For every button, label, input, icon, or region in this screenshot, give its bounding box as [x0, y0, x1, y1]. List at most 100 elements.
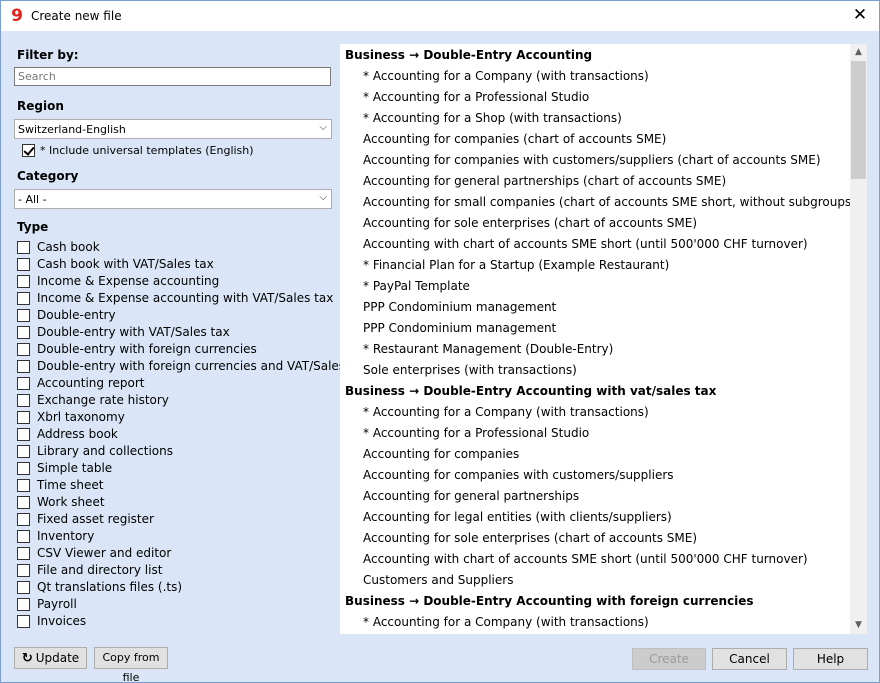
category-selected-value: - All -: [18, 193, 47, 206]
type-checkbox[interactable]: [17, 241, 30, 254]
type-checkbox[interactable]: [17, 343, 30, 356]
template-item[interactable]: Accounting for general partnerships (cha…: [340, 171, 850, 192]
template-list: Business → Double-Entry Accounting * Acco…: [340, 44, 867, 634]
template-item[interactable]: PPP Condominium management: [340, 297, 850, 318]
type-option-label: Payroll: [37, 597, 77, 611]
filter-by-label: Filter by:: [17, 48, 79, 62]
type-checkbox[interactable]: [17, 513, 30, 526]
template-item[interactable]: Accounting for legal entities (with clie…: [340, 507, 850, 528]
type-option-label: Double-entry: [37, 308, 116, 322]
scroll-up-icon[interactable]: ▲: [850, 44, 867, 61]
template-item[interactable]: Customers and Suppliers: [340, 570, 850, 591]
template-item[interactable]: Accounting with chart of accounts SME sh…: [340, 549, 850, 570]
region-selected-value: Switzerland-English: [18, 123, 126, 136]
region-label: Region: [17, 99, 64, 113]
type-option-label: Double-entry with foreign currencies and…: [37, 359, 369, 373]
template-item[interactable]: * PayPal Template: [340, 276, 850, 297]
type-checkbox[interactable]: [17, 275, 30, 288]
type-checkbox[interactable]: [17, 360, 30, 373]
template-item[interactable]: * Accounting for a Company (with transac…: [340, 66, 850, 87]
update-button[interactable]: ↻ Update: [14, 647, 87, 669]
type-checkbox[interactable]: [17, 581, 30, 594]
type-checkbox[interactable]: [17, 377, 30, 390]
type-option-label: Invoices: [37, 614, 87, 628]
type-option-label: Time sheet: [37, 478, 104, 492]
type-checkbox[interactable]: [17, 530, 30, 543]
type-option-label: Inventory: [37, 529, 95, 543]
type-label: Type: [17, 220, 49, 234]
search-input[interactable]: Search: [14, 67, 331, 86]
type-option-label: Simple table: [37, 461, 113, 475]
cancel-button[interactable]: Cancel: [712, 648, 787, 670]
type-checkbox[interactable]: [17, 615, 30, 628]
category-label: Category: [17, 169, 79, 183]
title-bar: 9 Create new file ✕: [1, 1, 879, 31]
type-option-label: Accounting report: [37, 376, 145, 390]
type-option-label: Fixed asset register: [37, 512, 154, 526]
close-icon[interactable]: ✕: [849, 4, 871, 26]
type-checkbox[interactable]: [17, 479, 30, 492]
type-checkbox[interactable]: [17, 445, 30, 458]
template-group-header: Business → Double-Entry Accounting with …: [345, 384, 717, 398]
type-checkbox[interactable]: [17, 326, 30, 339]
template-item[interactable]: Sole enterprises (with transactions): [340, 360, 850, 381]
template-item[interactable]: Accounting for general partnerships: [340, 486, 850, 507]
template-item[interactable]: Accounting for companies with customers/…: [340, 150, 850, 171]
template-item[interactable]: * Accounting for a Company (with transac…: [340, 402, 850, 423]
type-option-label: Qt translations files (.ts): [37, 580, 183, 594]
template-item[interactable]: Accounting for sole enterprises (chart o…: [340, 528, 850, 549]
type-checkbox[interactable]: [17, 547, 30, 560]
update-button-label: Update: [35, 651, 80, 665]
type-checkbox[interactable]: [17, 496, 30, 509]
type-option-label: Double-entry with foreign currencies: [37, 342, 257, 356]
template-group-header: Business → Double-Entry Accounting: [345, 48, 593, 62]
template-item[interactable]: * Restaurant Management (Double-Entry): [340, 339, 850, 360]
category-select[interactable]: - All - ⌵: [14, 189, 332, 209]
type-checkbox[interactable]: [17, 394, 30, 407]
type-checkbox[interactable]: [17, 462, 30, 475]
chevron-down-icon: ⌵: [319, 192, 327, 203]
type-option-label: Double-entry with VAT/Sales tax: [37, 325, 230, 339]
type-option-label: Income & Expense accounting: [37, 274, 220, 288]
template-list-items: Business → Double-Entry Accounting * Acco…: [340, 45, 856, 633]
type-option-label: Cash book: [37, 240, 100, 254]
template-item[interactable]: Accounting for companies with customers/…: [340, 465, 850, 486]
type-option-label: Cash book with VAT/Sales tax: [37, 257, 214, 271]
type-option-label: Income & Expense accounting with VAT/Sal…: [37, 291, 334, 305]
type-checkbox[interactable]: [17, 564, 30, 577]
type-option-label: Library and collections: [37, 444, 173, 458]
template-item[interactable]: Accounting for sole enterprises (chart o…: [340, 213, 850, 234]
include-universal-checkbox[interactable]: [22, 144, 35, 157]
banana-app-icon: 9: [11, 6, 23, 26]
template-item[interactable]: * Accounting for a Professional Studio: [340, 423, 850, 444]
template-item[interactable]: * Accounting for a Company (with transac…: [340, 612, 850, 633]
template-item[interactable]: * Accounting for a Professional Studio: [340, 87, 850, 108]
region-select[interactable]: Switzerland-English ⌵: [14, 119, 332, 139]
copy-from-file-button[interactable]: Copy from file: [94, 647, 168, 682]
template-item[interactable]: Accounting for small companies (chart of…: [340, 192, 856, 213]
vertical-scrollbar[interactable]: ▲ ▼: [850, 44, 867, 634]
scroll-down-icon[interactable]: ▼: [850, 617, 867, 634]
template-item[interactable]: * Accounting for a Shop (with transactio…: [340, 108, 850, 129]
type-option-label: File and directory list: [37, 563, 163, 577]
type-checkbox[interactable]: [17, 309, 30, 322]
template-item[interactable]: * Financial Plan for a Startup (Example …: [340, 255, 850, 276]
chevron-down-icon: ⌵: [319, 122, 327, 133]
help-button[interactable]: Help: [793, 648, 868, 670]
template-item[interactable]: Accounting for companies: [340, 444, 850, 465]
scrollbar-thumb[interactable]: [851, 61, 866, 179]
template-item[interactable]: PPP Condominium management: [340, 318, 850, 339]
type-checkbox[interactable]: [17, 411, 30, 424]
type-option-label: Work sheet: [37, 495, 105, 509]
type-option-label: Xbrl taxonomy: [37, 410, 125, 424]
template-item[interactable]: Accounting for companies (chart of accou…: [340, 129, 850, 150]
type-option-label: Exchange rate history: [37, 393, 169, 407]
template-item[interactable]: Accounting with chart of accounts SME sh…: [340, 234, 850, 255]
type-checkbox[interactable]: [17, 598, 30, 611]
type-checkbox[interactable]: [17, 428, 30, 441]
window-title: Create new file: [31, 9, 122, 23]
type-checkbox[interactable]: [17, 292, 30, 305]
type-option-label: CSV Viewer and editor: [37, 546, 172, 560]
create-button[interactable]: Create: [632, 648, 706, 670]
type-checkbox[interactable]: [17, 258, 30, 271]
